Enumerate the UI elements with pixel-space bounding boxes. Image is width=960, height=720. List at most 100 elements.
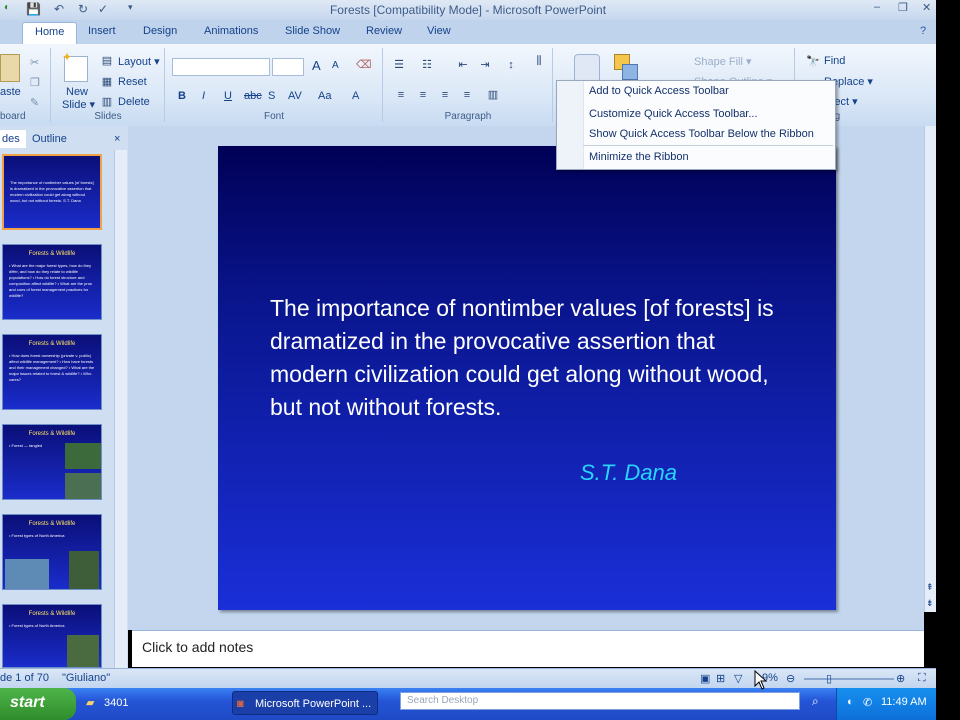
taskbar-folder[interactable]: ▰ 3401 bbox=[82, 691, 222, 715]
underline-button[interactable]: U bbox=[224, 90, 232, 102]
desktop-search-input[interactable]: Search Desktop bbox=[400, 692, 800, 710]
find-button[interactable]: Find bbox=[824, 55, 845, 67]
italic-button[interactable]: I bbox=[202, 90, 205, 102]
tab-animations[interactable]: Animations bbox=[204, 25, 258, 37]
slide-quote[interactable]: The importance of nontimber values [of f… bbox=[270, 292, 790, 424]
grow-font-button[interactable]: A bbox=[312, 58, 321, 73]
slide-thumbnail[interactable]: The importance of nontimber values [of f… bbox=[2, 154, 102, 230]
slide-canvas[interactable]: The importance of nontimber values [of f… bbox=[218, 146, 836, 610]
tab-insert[interactable]: Insert bbox=[88, 25, 116, 37]
slide-thumbnail[interactable]: Forests & Wildlife • What are the major … bbox=[2, 244, 102, 320]
next-slide-icon[interactable]: ⇟ bbox=[926, 598, 934, 609]
justify-icon[interactable]: ≡ bbox=[460, 88, 474, 102]
slide-thumbnail[interactable]: Forests & Wildlife • How does forest own… bbox=[2, 334, 102, 410]
format-painter-icon[interactable]: ✎ bbox=[30, 96, 39, 109]
font-size-box[interactable] bbox=[272, 58, 304, 76]
bullets-icon[interactable]: ☰ bbox=[392, 58, 406, 72]
thumbnail-text: • Forest types of North America bbox=[9, 623, 65, 628]
align-left-icon[interactable]: ≡ bbox=[394, 88, 408, 102]
font-name-box[interactable] bbox=[172, 58, 270, 76]
forest-photo bbox=[67, 635, 99, 667]
columns-icon[interactable]: ▥ bbox=[486, 88, 500, 102]
shape-fill-button[interactable]: Shape Fill ▾ bbox=[694, 55, 752, 68]
zoom-in-icon[interactable]: ⊕ bbox=[896, 672, 905, 685]
delete-button[interactable]: Delete bbox=[118, 96, 150, 108]
decrease-indent-icon[interactable]: ⇤ bbox=[456, 58, 470, 72]
menu-item-customize-qat[interactable]: Customize Quick Access Toolbar... bbox=[589, 108, 758, 120]
menu-item-show-qat-below[interactable]: Show Quick Access Toolbar Below the Ribb… bbox=[589, 128, 814, 140]
notes-placeholder: Click to add notes bbox=[142, 639, 254, 655]
font-color-button[interactable]: A bbox=[352, 90, 359, 102]
tab-view[interactable]: View bbox=[427, 25, 451, 37]
prev-slide-icon[interactable]: ⇞ bbox=[926, 582, 934, 593]
text-direction-icon[interactable]: ⫼ bbox=[532, 54, 546, 68]
tab-slides[interactable]: des bbox=[0, 130, 26, 148]
new-slide-dropdown[interactable]: Slide ▾ bbox=[62, 98, 95, 111]
help-icon[interactable]: ? bbox=[920, 25, 926, 37]
taskbar-powerpoint[interactable]: ◙ Microsoft PowerPoint ... bbox=[232, 691, 378, 715]
thumbnail-text: • Forest types of North America bbox=[9, 533, 65, 538]
tab-design[interactable]: Design bbox=[143, 25, 177, 37]
system-tray: ◐ ✆ 11:49 AM bbox=[836, 688, 937, 720]
increase-indent-icon[interactable]: ⇥ bbox=[478, 58, 492, 72]
close-button[interactable]: ✕ bbox=[922, 1, 931, 14]
shadow-icon[interactable]: S bbox=[268, 90, 275, 102]
align-center-icon[interactable]: ≡ bbox=[416, 88, 430, 102]
notes-pane[interactable]: Click to add notes bbox=[132, 630, 924, 667]
tab-outline[interactable]: Outline bbox=[32, 130, 67, 148]
powerpoint-label: Microsoft PowerPoint ... bbox=[255, 698, 372, 710]
paste-icon[interactable] bbox=[0, 54, 20, 82]
layout-button[interactable]: Layout ▾ bbox=[118, 55, 160, 68]
clear-formatting-icon[interactable]: ⌫ bbox=[356, 58, 372, 71]
shrink-font-button[interactable]: A bbox=[332, 60, 339, 71]
menu-item-add-to-qat[interactable]: Add to Quick Access Toolbar bbox=[589, 85, 729, 97]
reset-button[interactable]: Reset bbox=[118, 76, 147, 88]
slide-thumbnail[interactable]: Forests & Wildlife • Forest types of Nor… bbox=[2, 604, 102, 668]
folder-icon: ▰ bbox=[86, 697, 95, 709]
thumbnail-title: Forests & Wildlife bbox=[28, 611, 76, 617]
slide-show-icon[interactable]: ▽ bbox=[734, 672, 742, 685]
ribbon-tabs: Home Insert Design Animations Slide Show… bbox=[0, 20, 936, 44]
bold-button[interactable]: B bbox=[178, 90, 186, 102]
theme-name: "Giuliano" bbox=[62, 672, 111, 684]
zoom-slider-thumb[interactable]: ▯ bbox=[826, 672, 832, 685]
normal-view-icon[interactable]: ▣ bbox=[700, 672, 710, 685]
start-button[interactable]: start bbox=[0, 688, 76, 720]
slide-author[interactable]: S.T. Dana bbox=[580, 460, 677, 486]
copy-icon[interactable]: ❐ bbox=[30, 76, 40, 89]
font-label: Font bbox=[263, 111, 284, 122]
close-panel-icon[interactable]: × bbox=[114, 130, 120, 148]
minimize-button[interactable]: – bbox=[874, 1, 880, 13]
search-icon[interactable]: ⌕ bbox=[812, 694, 819, 709]
tab-home[interactable]: Home bbox=[22, 22, 78, 44]
messenger-icon[interactable]: ✆ bbox=[863, 696, 872, 709]
zoom-out-icon[interactable]: ⊖ bbox=[786, 672, 795, 685]
align-right-icon[interactable]: ≡ bbox=[438, 88, 452, 102]
zoom-slider[interactable] bbox=[804, 678, 894, 680]
folder-label: 3401 bbox=[104, 697, 129, 709]
start-label: start bbox=[10, 694, 45, 711]
tab-review[interactable]: Review bbox=[366, 25, 402, 37]
new-slide-button[interactable]: New bbox=[66, 86, 88, 98]
delete-icon: ▥ bbox=[101, 96, 113, 108]
strikethrough-button[interactable]: abc bbox=[244, 90, 262, 102]
slide-thumbnail[interactable]: Forests & Wildlife • Forest types of Nor… bbox=[2, 514, 102, 590]
slide-thumbnail[interactable]: Forests & Wildlife • Forest — tangled bbox=[2, 424, 102, 500]
thumbnail-text: The importance of nontimber values [of f… bbox=[10, 180, 94, 203]
thumbnail-title: Forests & Wildlife bbox=[28, 431, 76, 437]
character-spacing-button[interactable]: AV bbox=[288, 90, 302, 102]
paste-button[interactable]: aste bbox=[0, 86, 21, 98]
line-spacing-icon[interactable]: ↕ bbox=[504, 58, 518, 72]
menu-item-minimize-ribbon[interactable]: Minimize the Ribbon bbox=[589, 151, 689, 163]
restore-button[interactable]: ❐ bbox=[898, 1, 908, 14]
forest-photo bbox=[65, 443, 101, 469]
panel-scrollbar[interactable] bbox=[114, 150, 127, 668]
network-icon[interactable]: ◐ bbox=[847, 696, 854, 708]
slides-group: ✦ New Slide ▾ ▤ Layout ▾ ▦ Reset ▥ Delet… bbox=[52, 48, 165, 122]
cut-icon[interactable]: ✂ bbox=[30, 56, 39, 69]
tab-slide-show[interactable]: Slide Show bbox=[285, 25, 340, 37]
change-case-button[interactable]: Aa bbox=[318, 90, 331, 102]
slide-sorter-icon[interactable]: ⊞ bbox=[716, 672, 725, 685]
numbering-icon[interactable]: ☷ bbox=[420, 58, 434, 72]
fit-slide-icon[interactable]: ⛶ bbox=[918, 672, 926, 685]
